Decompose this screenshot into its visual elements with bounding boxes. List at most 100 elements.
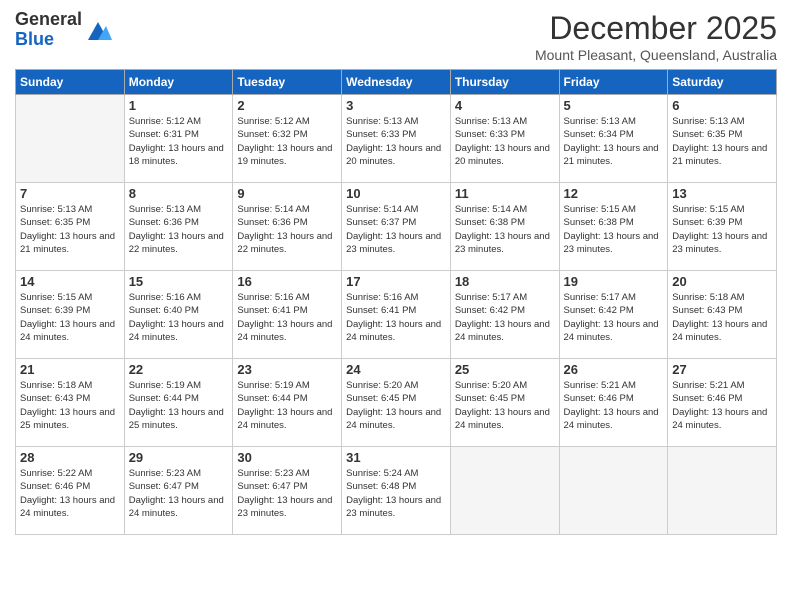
calendar-cell: 1Sunrise: 5:12 AMSunset: 6:31 PMDaylight…	[124, 95, 233, 183]
day-detail: Sunrise: 5:13 AMSunset: 6:35 PMDaylight:…	[672, 115, 772, 168]
calendar-cell: 3Sunrise: 5:13 AMSunset: 6:33 PMDaylight…	[342, 95, 451, 183]
day-number: 7	[20, 186, 120, 201]
day-detail: Sunrise: 5:24 AMSunset: 6:48 PMDaylight:…	[346, 467, 446, 520]
day-number: 24	[346, 362, 446, 377]
day-number: 26	[564, 362, 664, 377]
day-detail: Sunrise: 5:23 AMSunset: 6:47 PMDaylight:…	[129, 467, 229, 520]
day-number: 4	[455, 98, 555, 113]
day-detail: Sunrise: 5:23 AMSunset: 6:47 PMDaylight:…	[237, 467, 337, 520]
calendar-cell: 17Sunrise: 5:16 AMSunset: 6:41 PMDayligh…	[342, 271, 451, 359]
calendar-cell	[450, 447, 559, 535]
day-number: 11	[455, 186, 555, 201]
logo-icon	[84, 16, 112, 44]
calendar-cell: 10Sunrise: 5:14 AMSunset: 6:37 PMDayligh…	[342, 183, 451, 271]
calendar-cell: 20Sunrise: 5:18 AMSunset: 6:43 PMDayligh…	[668, 271, 777, 359]
calendar-cell: 22 Sunrise: 5:19 AMSunset: 6:44 PMDayligh…	[124, 359, 233, 447]
day-detail: Sunrise: 5:14 AMSunset: 6:38 PMDaylight:…	[455, 203, 555, 256]
calendar-week-3: 14 Sunrise: 5:15 AMSunset: 6:39 PMDayligh…	[16, 271, 777, 359]
calendar-cell: 6 Sunrise: 5:13 AMSunset: 6:35 PMDaylight…	[668, 95, 777, 183]
calendar-cell: 11 Sunrise: 5:14 AMSunset: 6:38 PMDayligh…	[450, 183, 559, 271]
day-number: 30	[237, 450, 337, 465]
day-detail: Sunrise: 5:12 AMSunset: 6:32 PMDaylight:…	[237, 115, 337, 168]
day-detail: Sunrise: 5:15 AMSunset: 6:39 PMDaylight:…	[672, 203, 772, 256]
day-detail: Sunrise: 5:13 AMSunset: 6:33 PMDaylight:…	[455, 115, 555, 168]
day-detail: Sunrise: 5:15 AMSunset: 6:39 PMDaylight:…	[20, 291, 120, 344]
day-of-week-tuesday: Tuesday	[233, 70, 342, 95]
day-number: 17	[346, 274, 446, 289]
day-number: 22	[129, 362, 229, 377]
day-number: 10	[346, 186, 446, 201]
logo-text: General Blue	[15, 10, 82, 50]
calendar-cell: 4 Sunrise: 5:13 AMSunset: 6:33 PMDaylight…	[450, 95, 559, 183]
calendar-cell: 27 Sunrise: 5:21 AMSunset: 6:46 PMDayligh…	[668, 359, 777, 447]
day-number: 2	[237, 98, 337, 113]
calendar-cell	[16, 95, 125, 183]
calendar-cell: 14 Sunrise: 5:15 AMSunset: 6:39 PMDayligh…	[16, 271, 125, 359]
calendar-cell: 9Sunrise: 5:14 AMSunset: 6:36 PMDaylight…	[233, 183, 342, 271]
day-number: 16	[237, 274, 337, 289]
day-number: 12	[564, 186, 664, 201]
calendar-cell: 24Sunrise: 5:20 AMSunset: 6:45 PMDayligh…	[342, 359, 451, 447]
day-detail: Sunrise: 5:22 AMSunset: 6:46 PMDaylight:…	[20, 467, 120, 520]
day-number: 5	[564, 98, 664, 113]
calendar: SundayMondayTuesdayWednesdayThursdayFrid…	[15, 69, 777, 535]
calendar-week-4: 21 Sunrise: 5:18 AMSunset: 6:43 PMDayligh…	[16, 359, 777, 447]
day-of-week-thursday: Thursday	[450, 70, 559, 95]
day-detail: Sunrise: 5:15 AMSunset: 6:38 PMDaylight:…	[564, 203, 664, 256]
day-detail: Sunrise: 5:19 AMSunset: 6:44 PMDaylight:…	[129, 379, 229, 432]
header: General Blue December 2025 Mount Pleasan…	[15, 10, 777, 63]
calendar-cell: 16 Sunrise: 5:16 AMSunset: 6:41 PMDayligh…	[233, 271, 342, 359]
day-of-week-saturday: Saturday	[668, 70, 777, 95]
day-detail: Sunrise: 5:20 AMSunset: 6:45 PMDaylight:…	[455, 379, 555, 432]
day-detail: Sunrise: 5:14 AMSunset: 6:36 PMDaylight:…	[237, 203, 337, 256]
day-detail: Sunrise: 5:17 AMSunset: 6:42 PMDaylight:…	[455, 291, 555, 344]
day-number: 14	[20, 274, 120, 289]
day-detail: Sunrise: 5:12 AMSunset: 6:31 PMDaylight:…	[129, 115, 229, 168]
day-of-week-friday: Friday	[559, 70, 668, 95]
day-number: 6	[672, 98, 772, 113]
day-number: 20	[672, 274, 772, 289]
page: General Blue December 2025 Mount Pleasan…	[0, 0, 792, 612]
day-detail: Sunrise: 5:17 AMSunset: 6:42 PMDaylight:…	[564, 291, 664, 344]
calendar-cell: 13 Sunrise: 5:15 AMSunset: 6:39 PMDayligh…	[668, 183, 777, 271]
calendar-week-2: 7 Sunrise: 5:13 AMSunset: 6:35 PMDaylight…	[16, 183, 777, 271]
calendar-cell	[559, 447, 668, 535]
day-detail: Sunrise: 5:16 AMSunset: 6:41 PMDaylight:…	[237, 291, 337, 344]
day-number: 21	[20, 362, 120, 377]
calendar-cell	[668, 447, 777, 535]
day-detail: Sunrise: 5:21 AMSunset: 6:46 PMDaylight:…	[564, 379, 664, 432]
calendar-cell: 21 Sunrise: 5:18 AMSunset: 6:43 PMDayligh…	[16, 359, 125, 447]
calendar-cell: 30 Sunrise: 5:23 AMSunset: 6:47 PMDayligh…	[233, 447, 342, 535]
logo-general: General	[15, 10, 82, 30]
day-of-week-sunday: Sunday	[16, 70, 125, 95]
day-of-week-wednesday: Wednesday	[342, 70, 451, 95]
day-detail: Sunrise: 5:13 AMSunset: 6:35 PMDaylight:…	[20, 203, 120, 256]
calendar-cell: 26 Sunrise: 5:21 AMSunset: 6:46 PMDayligh…	[559, 359, 668, 447]
day-detail: Sunrise: 5:19 AMSunset: 6:44 PMDaylight:…	[237, 379, 337, 432]
day-number: 25	[455, 362, 555, 377]
calendar-cell: 23 Sunrise: 5:19 AMSunset: 6:44 PMDayligh…	[233, 359, 342, 447]
calendar-week-5: 28Sunrise: 5:22 AMSunset: 6:46 PMDayligh…	[16, 447, 777, 535]
calendar-cell: 5Sunrise: 5:13 AMSunset: 6:34 PMDaylight…	[559, 95, 668, 183]
calendar-cell: 29 Sunrise: 5:23 AMSunset: 6:47 PMDayligh…	[124, 447, 233, 535]
day-detail: Sunrise: 5:13 AMSunset: 6:33 PMDaylight:…	[346, 115, 446, 168]
day-number: 8	[129, 186, 229, 201]
calendar-cell: 12 Sunrise: 5:15 AMSunset: 6:38 PMDayligh…	[559, 183, 668, 271]
calendar-cell: 28Sunrise: 5:22 AMSunset: 6:46 PMDayligh…	[16, 447, 125, 535]
day-number: 23	[237, 362, 337, 377]
day-number: 19	[564, 274, 664, 289]
title-block: December 2025 Mount Pleasant, Queensland…	[535, 10, 777, 63]
day-number: 27	[672, 362, 772, 377]
month-title: December 2025	[535, 10, 777, 47]
day-number: 29	[129, 450, 229, 465]
calendar-cell: 8 Sunrise: 5:13 AMSunset: 6:36 PMDaylight…	[124, 183, 233, 271]
day-detail: Sunrise: 5:13 AMSunset: 6:36 PMDaylight:…	[129, 203, 229, 256]
calendar-cell: 2 Sunrise: 5:12 AMSunset: 6:32 PMDaylight…	[233, 95, 342, 183]
day-number: 31	[346, 450, 446, 465]
day-detail: Sunrise: 5:21 AMSunset: 6:46 PMDaylight:…	[672, 379, 772, 432]
calendar-cell: 7 Sunrise: 5:13 AMSunset: 6:35 PMDaylight…	[16, 183, 125, 271]
calendar-header-row: SundayMondayTuesdayWednesdayThursdayFrid…	[16, 70, 777, 95]
day-number: 13	[672, 186, 772, 201]
logo-blue: Blue	[15, 30, 82, 50]
day-detail: Sunrise: 5:18 AMSunset: 6:43 PMDaylight:…	[20, 379, 120, 432]
